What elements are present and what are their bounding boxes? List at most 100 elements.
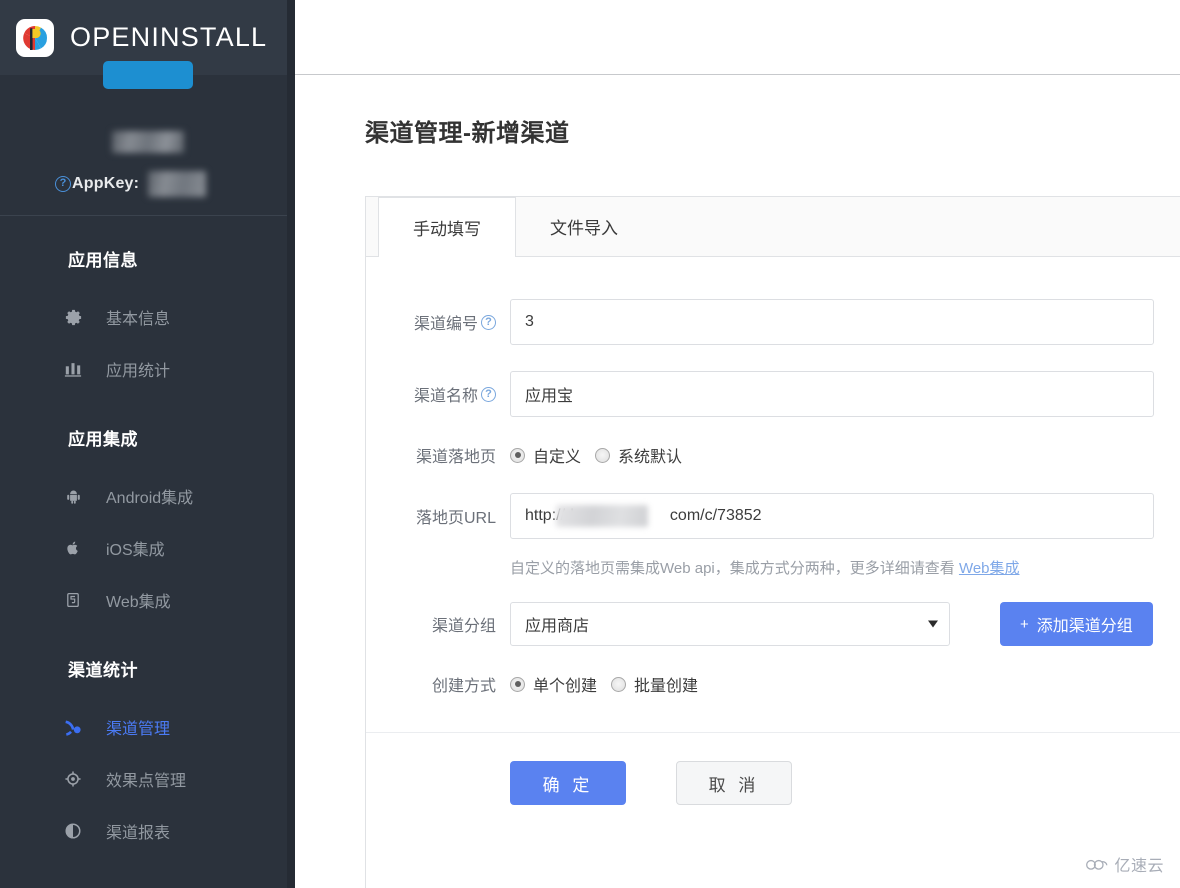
hint-spacer	[402, 557, 510, 578]
form-row-create-mode: 创建方式 单个创建 批量创建	[366, 672, 1180, 696]
nav-section-title-app-integration: 应用集成	[68, 430, 138, 449]
app-root: OPENINSTALL ? AppKey: 应用信息 基本信息 应用统计 应用集…	[0, 0, 1180, 888]
radio-dot-icon	[510, 447, 525, 463]
form-label-text: 渠道落地页	[415, 449, 496, 466]
create-mode-radio-group: 单个创建 批量创建	[510, 672, 712, 696]
page-title: 渠道管理-新增渠道	[365, 120, 570, 147]
watermark: 亿速云	[1085, 852, 1164, 876]
radio-create-single[interactable]: 单个创建	[510, 672, 597, 696]
form-label-text: 渠道名称	[413, 388, 478, 405]
sidebar-item-ios[interactable]: iOS集成	[0, 522, 295, 574]
tab-bar: 手动填写 文件导入	[366, 197, 1180, 257]
radio-dot-icon	[611, 676, 627, 692]
hint-text-body: 自定义的落地页需集成Web api，集成方式分两种，更多详细请查看	[510, 560, 959, 577]
apple-icon	[62, 539, 84, 557]
android-icon	[62, 488, 84, 505]
sidebar-item-label: iOS集成	[106, 542, 165, 559]
bar-chart-icon	[62, 360, 84, 378]
add-channel-group-button[interactable]: + 添加渠道分组	[1000, 602, 1153, 646]
add-channel-group-label: 添加渠道分组	[1036, 618, 1133, 635]
tab-manual-entry[interactable]: 手动填写	[378, 197, 516, 257]
question-mark-icon[interactable]: ?	[481, 386, 496, 402]
form-label-channel-no: 渠道编号 ?	[402, 310, 510, 334]
cancel-button[interactable]: 取 消	[676, 761, 792, 805]
landing-url-hint: 自定义的落地页需集成Web api，集成方式分两种，更多详细请查看 Web集成	[510, 557, 1020, 578]
channel-group-select-wrap: 应用商店	[510, 602, 950, 646]
landing-url-hint-row: 自定义的落地页需集成Web api，集成方式分两种，更多详细请查看 Web集成	[366, 557, 1180, 578]
radio-label: 单个创建	[533, 678, 598, 695]
form-row-channel-group: 渠道分组 应用商店 + 添加渠道分组	[366, 602, 1180, 646]
main-content: 渠道管理-新增渠道 手动填写 文件导入 渠道编号 ? 3 渠道名称 ? 应用宝 …	[295, 0, 1180, 888]
app-status-pill[interactable]	[102, 61, 193, 89]
nav-section-title-app-info: 应用信息	[68, 251, 138, 270]
form-row-channel-no: 渠道编号 ?	[366, 299, 1180, 345]
sidebar-item-label: 渠道报表	[106, 825, 171, 842]
radio-dot-icon	[595, 447, 611, 463]
confirm-button[interactable]: 确 定	[510, 761, 626, 805]
sidebar-item-label: Web集成	[106, 594, 171, 611]
logo-glyph	[23, 25, 48, 50]
form-label-landing-page: 渠道落地页	[402, 443, 510, 467]
landing-url-suffix: com/c/73852	[669, 507, 762, 524]
watermark-text: 亿速云	[1114, 858, 1164, 875]
app-summary: ? AppKey:	[0, 61, 295, 215]
nav-group-channel-stats: 渠道统计 渠道管理 效果点管理 渠道报表	[0, 626, 295, 857]
plus-icon: +	[1020, 615, 1029, 633]
appkey-row: ? AppKey:	[0, 171, 295, 197]
form-row-landing-page: 渠道落地页 自定义 系统默认	[366, 443, 1180, 467]
nav-group-app-integration: 应用集成 Android集成 iOS集成 Web集成	[0, 395, 295, 626]
channel-no-input[interactable]	[510, 299, 1154, 345]
sidebar-item-web[interactable]: Web集成	[0, 574, 295, 626]
target-icon	[62, 770, 84, 788]
form-label-text: 渠道编号	[413, 316, 478, 333]
sidebar: OPENINSTALL ? AppKey: 应用信息 基本信息 应用统计 应用集…	[0, 0, 295, 888]
radio-dot-icon	[510, 676, 525, 692]
radio-landing-custom[interactable]: 自定义	[510, 443, 581, 467]
form-label-landing-url: 落地页URL	[402, 504, 510, 528]
radio-landing-default[interactable]: 系统默认	[595, 443, 682, 467]
form-label-channel-group: 渠道分组	[402, 612, 510, 636]
appkey-label: AppKey:	[72, 175, 140, 192]
form-label-create-mode: 创建方式	[402, 672, 510, 696]
channel-group-select[interactable]: 应用商店	[510, 602, 950, 646]
sidebar-item-basic-info[interactable]: 基本信息	[0, 291, 295, 343]
contrast-circle-icon	[62, 822, 84, 840]
form-label-text: 落地页URL	[415, 510, 496, 527]
sidebar-item-label: 渠道管理	[106, 721, 171, 738]
sidebar-item-android[interactable]: Android集成	[0, 470, 295, 522]
top-bar	[295, 0, 1180, 75]
channel-name-input[interactable]	[510, 371, 1154, 417]
form-label-text: 渠道分组	[431, 618, 496, 635]
form-actions: 确 定 取 消	[366, 733, 1180, 805]
channel-icon	[62, 717, 84, 737]
chevron-down-icon[interactable]	[928, 620, 938, 628]
sidebar-item-channel-report[interactable]: 渠道报表	[0, 805, 295, 857]
radio-label: 批量创建	[634, 678, 699, 695]
app-name-redacted	[111, 131, 184, 153]
question-mark-icon[interactable]: ?	[55, 176, 71, 192]
sidebar-item-label: 效果点管理	[106, 773, 187, 790]
nav-section-title-channel-stats: 渠道统计	[68, 661, 138, 680]
landing-url-prefix: http://d	[525, 507, 574, 524]
sidebar-item-label: 基本信息	[106, 311, 171, 328]
gear-icon	[62, 308, 84, 327]
sidebar-item-effect-point[interactable]: 效果点管理	[0, 753, 295, 805]
tab-file-import[interactable]: 文件导入	[516, 197, 652, 256]
sidebar-item-channel-management[interactable]: 渠道管理	[0, 701, 295, 753]
nav-group-app-info: 应用信息 基本信息 应用统计	[0, 216, 295, 395]
form-row-landing-url: 落地页URL http://d com/c/73852	[366, 493, 1180, 539]
sidebar-item-label: Android集成	[106, 490, 194, 507]
sidebar-item-app-stats[interactable]: 应用统计	[0, 343, 295, 395]
form-label-text: 创建方式	[431, 678, 496, 695]
landing-url-input[interactable]: http://d com/c/73852	[510, 493, 1154, 539]
radio-label: 自定义	[533, 449, 582, 466]
form-card: 手动填写 文件导入 渠道编号 ? 渠道名	[365, 196, 1180, 888]
web-integration-link[interactable]: Web集成	[959, 560, 1020, 577]
landing-url-field-wrap: http://d com/c/73852	[510, 493, 1154, 539]
question-mark-icon[interactable]: ?	[481, 314, 496, 330]
channel-group-selected-value: 应用商店	[525, 618, 590, 635]
radio-create-batch[interactable]: 批量创建	[611, 672, 698, 696]
cloud-icon	[1086, 859, 1108, 870]
form-row-channel-name: 渠道名称 ?	[366, 371, 1180, 417]
appkey-value-redacted	[148, 171, 207, 197]
